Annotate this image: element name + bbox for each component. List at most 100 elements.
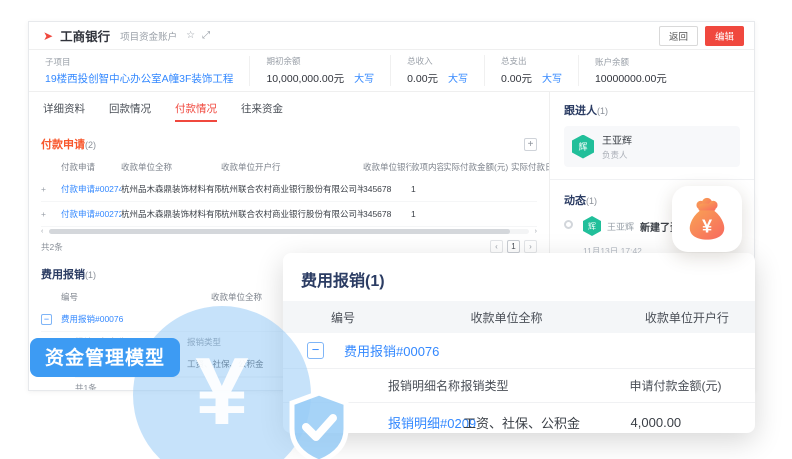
col-header: 收款单位全称 <box>471 309 645 326</box>
back-button[interactable]: 返回 <box>659 26 698 46</box>
expense-link[interactable]: 费用报销#00076 <box>344 341 439 360</box>
overlay-expense-row: − 费用报销#00076 <box>283 333 755 369</box>
col-header: 编号 <box>61 291 211 303</box>
add-payment-button[interactable]: + <box>524 138 537 151</box>
expense-zoom-panel: 费用报销(1) 编号 收款单位全称 收款单位开户行 − 费用报销#00076 报… <box>283 253 755 433</box>
field-value: 10000000.00元 <box>595 71 667 86</box>
field-label: 子项目 <box>45 56 233 68</box>
tab-transactions[interactable]: 往来资金 <box>241 101 283 122</box>
horizontal-scrollbar[interactable]: ‹ › <box>41 228 537 235</box>
field-account-balance: 账户余额 10000000.00元 <box>579 56 683 86</box>
field-label: 账户余额 <box>595 56 667 68</box>
subproject-link[interactable]: 19楼西投创智中心办公室A幢3F装饰工程 <box>45 71 233 86</box>
field-opening-balance: 期初余额 10,000,000.00元大写 <box>250 55 391 86</box>
payee-cell: 杭州品木森鼎装饰材料有限公司 <box>121 208 221 220</box>
expense-type-cell: 工资、社保、公积金 <box>463 413 631 432</box>
screen: ➤ 工商银行 项目资金账户 ☆ ⤢ 返回 编辑 子项目 19楼西投创智中心办公室… <box>0 0 792 459</box>
account-cell: 345678 <box>363 184 411 194</box>
payee-cell: 杭州品木森鼎装饰材料有限公司 <box>121 183 221 195</box>
field-label: 总支出 <box>501 55 562 67</box>
breadcrumb: 项目资金账户 <box>120 29 177 43</box>
table-header-row: 付款申请 收款单位全称 收款单位开户行 收款单位银行帐号 款项内容 实际付款金额… <box>41 157 537 177</box>
col-header: 申请付款金额(元) <box>629 377 755 394</box>
activity-user[interactable]: 王亚辉 <box>607 220 634 233</box>
field-subproject: 子项目 19楼西投创智中心办公室A幢3F装饰工程 <box>29 56 250 86</box>
total-count: 共2条 <box>41 241 63 253</box>
content-cell: 1 <box>411 184 443 194</box>
yen-icon: ¥ <box>195 344 248 440</box>
scrollbar-track[interactable] <box>49 229 529 234</box>
overlay-subtable-row: 报销明细#0209 工资、社保、公积金 4,000.00 <box>283 403 755 433</box>
money-bag-icon: ¥ <box>684 196 730 242</box>
payment-link[interactable]: 付款申请#00272 <box>61 208 121 220</box>
bank-cell: 杭州联合农村商业银行股份有限公司半山支行 <box>221 183 363 195</box>
table-row: + 付款申请#00272 杭州品木森鼎装饰材料有限公司 杭州联合农村商业银行股份… <box>41 202 537 227</box>
money-bag-card: ¥ <box>672 186 742 252</box>
field-value: 10,000,000.00元大写 <box>266 70 374 86</box>
expand-row-icon[interactable]: + <box>41 184 61 194</box>
star-icon[interactable]: ☆ <box>186 30 195 41</box>
prev-page-button[interactable]: ‹ <box>490 240 503 253</box>
payment-link[interactable]: 付款申请#00274 <box>61 183 121 195</box>
field-label: 总收入 <box>407 55 468 67</box>
overlay-title: 费用报销(1) <box>283 253 755 301</box>
page-title: 工商银行 <box>60 26 110 45</box>
payment-request-table: 付款申请 收款单位全称 收款单位开户行 收款单位银行帐号 款项内容 实际付款金额… <box>41 157 537 227</box>
field-value: 0.00元大写 <box>407 70 468 86</box>
col-header: 付款申请 <box>61 161 121 173</box>
col-header: 实际付款金额(元) <box>443 161 511 173</box>
col-header: 实际付款日期 <box>511 161 550 173</box>
followers-title: 跟进人(1) <box>564 102 740 118</box>
overlay-header-row: 编号 收款单位全称 收款单位开户行 <box>283 301 755 333</box>
col-header: 报销类型 <box>460 377 629 394</box>
divider <box>550 179 754 180</box>
avatar: 辉 <box>572 135 594 159</box>
tab-receipts[interactable]: 回款情况 <box>109 101 151 122</box>
edit-button[interactable]: 编辑 <box>705 26 744 46</box>
caps-link[interactable]: 大写 <box>448 74 468 85</box>
col-header: 款项内容 <box>411 161 443 173</box>
tab-bar: 详细资料 回款情况 付款情况 往来资金 <box>41 92 537 129</box>
col-header: 收款单位开户行 <box>221 161 363 173</box>
caps-link[interactable]: 大写 <box>354 74 374 85</box>
overlay-subtable-header: 报销明细名称 报销类型 申请付款金额(元) <box>283 369 755 403</box>
caps-link[interactable]: 大写 <box>542 74 562 85</box>
field-total-income: 总收入 0.00元大写 <box>391 55 485 86</box>
field-value: 0.00元大写 <box>501 70 562 86</box>
field-label: 期初余额 <box>266 55 374 67</box>
follower-card[interactable]: 辉 王亚辉 负责人 <box>564 126 740 167</box>
bank-logo-icon: ➤ <box>43 29 53 43</box>
collapse-row-icon[interactable]: − <box>307 342 324 359</box>
tab-basic-info[interactable]: 详细资料 <box>43 101 85 122</box>
follower-role: 负责人 <box>602 149 632 161</box>
bank-cell: 杭州联合农村商业银行股份有限公司半山支行 <box>221 208 363 220</box>
follower-name: 王亚辉 <box>602 132 632 147</box>
amount-cell: 4,000.00 <box>631 415 755 430</box>
expand-row-icon[interactable]: + <box>41 209 61 219</box>
col-header: 编号 <box>283 309 471 326</box>
section-title: 费用报销(1) <box>41 266 96 282</box>
payment-request-section-header: 付款申请(2) + <box>41 133 537 157</box>
svg-text:¥: ¥ <box>702 216 713 236</box>
scroll-left-icon[interactable]: ‹ <box>41 228 49 235</box>
tab-payments[interactable]: 付款情况 <box>175 101 217 122</box>
caption-badge: 资金管理模型 <box>30 338 180 377</box>
field-total-expense: 总支出 0.00元大写 <box>485 55 579 86</box>
account-cell: 345678 <box>363 209 411 219</box>
summary-bar: 子项目 19楼西投创智中心办公室A幢3F装饰工程 期初余额 10,000,000… <box>29 50 754 92</box>
pagination: ‹ 1 › <box>490 240 537 253</box>
col-header: 收款单位银行帐号 <box>363 161 411 173</box>
section-title: 付款申请(2) <box>41 136 96 152</box>
collapse-row-icon[interactable]: − <box>41 314 52 325</box>
next-page-button[interactable]: › <box>524 240 537 253</box>
shield-check-icon <box>286 389 352 459</box>
scrollbar-thumb[interactable] <box>49 229 510 234</box>
col-header: 收款单位开户行 <box>645 309 755 326</box>
page-number[interactable]: 1 <box>507 240 520 253</box>
fullscreen-icon[interactable]: ⤢ <box>202 30 210 41</box>
titlebar: ➤ 工商银行 项目资金账户 ☆ ⤢ 返回 编辑 <box>29 22 754 50</box>
content-cell: 1 <box>411 209 443 219</box>
scroll-right-icon[interactable]: › <box>529 228 537 235</box>
table-row: + 付款申请#00274 杭州品木森鼎装饰材料有限公司 杭州联合农村商业银行股份… <box>41 177 537 202</box>
timeline-dot-icon <box>564 220 573 229</box>
